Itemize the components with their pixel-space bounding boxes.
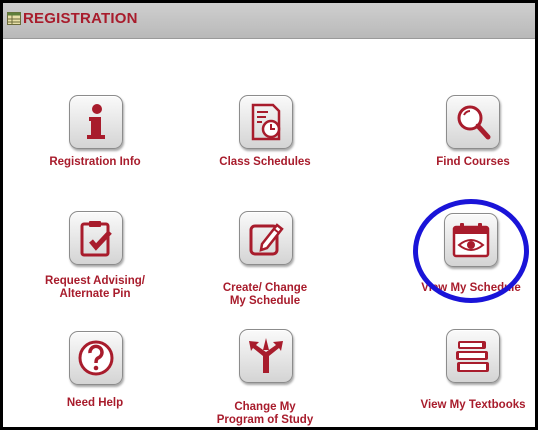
table-icon (7, 12, 21, 25)
info-icon (87, 104, 105, 139)
question-icon (78, 340, 114, 376)
change-program-label-line1: Change My (234, 401, 296, 413)
create-change-label[interactable]: Create/ Change My Schedule (200, 282, 330, 308)
page-title: REGISTRATION (23, 10, 138, 27)
view-schedule-label[interactable]: View My Schedule (406, 282, 536, 295)
create-change-label-line2: My Schedule (229, 295, 301, 307)
panel-header: REGISTRATION (3, 3, 535, 39)
calendar-eye-icon (452, 223, 490, 258)
find-courses-label[interactable]: Find Courses (408, 156, 538, 169)
need-help-button[interactable] (69, 331, 123, 385)
change-program-button[interactable] (239, 329, 293, 383)
create-change-label-line1: Create/ Change (222, 282, 308, 294)
view-textbooks-label[interactable]: View My Textbooks (408, 399, 538, 412)
request-advising-label-line2: Alternate Pin (59, 288, 131, 300)
branching-arrows-icon (249, 338, 283, 373)
request-advising-label-line1: Request Advising/ (45, 275, 145, 287)
request-advising-button[interactable] (69, 211, 123, 265)
create-change-button[interactable] (239, 211, 293, 265)
find-courses-button[interactable] (446, 95, 500, 149)
change-program-label[interactable]: Change My Program of Study (200, 401, 330, 427)
registration-info-button[interactable] (69, 95, 123, 149)
clipboard-check-icon (80, 221, 112, 257)
books-icon (456, 341, 489, 372)
clock-document-icon (251, 103, 281, 141)
pencil-edit-icon (249, 223, 284, 256)
request-advising-label[interactable]: Request Advising/ Alternate Pin (30, 275, 160, 301)
magnifier-icon (457, 105, 491, 140)
registration-info-label[interactable]: Registration Info (30, 156, 160, 169)
registration-panel: REGISTRATION Registration Info Class Sch… (0, 0, 538, 430)
class-schedules-label[interactable]: Class Schedules (200, 156, 330, 169)
change-program-label-line2: Program of Study (216, 414, 314, 426)
view-schedule-button[interactable] (444, 213, 498, 267)
class-schedules-button[interactable] (239, 95, 293, 149)
view-textbooks-button[interactable] (446, 329, 500, 383)
need-help-label[interactable]: Need Help (30, 397, 160, 410)
